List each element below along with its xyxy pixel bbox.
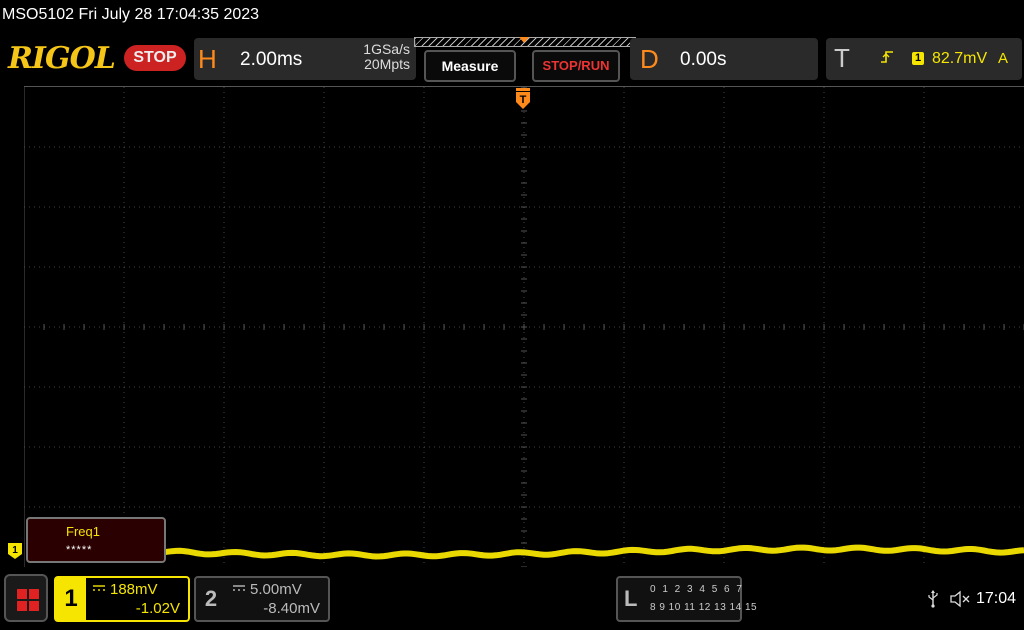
measurement-freq1[interactable]: Freq1 *****: [26, 517, 166, 563]
dc-coupling-icon: [232, 584, 246, 595]
run-status-badge[interactable]: STOP: [124, 45, 186, 71]
horizontal-panel[interactable]: H 2.00ms 1GSa/s 20Mpts: [194, 38, 416, 80]
trigger-label: T: [834, 43, 850, 73]
measurement-value: *****: [66, 544, 93, 556]
logic-channels-high: 8 9 10 11 12 13 14 15: [650, 602, 758, 613]
channel1-number: 1: [56, 578, 86, 620]
svg-text:T: T: [520, 94, 527, 106]
clock-time: 17:04: [976, 590, 1017, 607]
channel2-offset: -8.40mV: [263, 600, 320, 617]
timeline-position-marker: [519, 37, 529, 43]
bottom-toolbar: 1 188mV -1.02V 2 5.00mV -8.40mV L 0 1 2 …: [0, 568, 1024, 630]
horizontal-label: H: [198, 44, 217, 74]
waveform-display[interactable]: [24, 86, 1024, 567]
rising-edge-icon: [880, 50, 894, 68]
rigol-logo: RIGOL: [8, 41, 116, 76]
logic-analyzer-panel[interactable]: L 0 1 2 3 4 5 6 7 8 9 10 11 12 13 14 15: [616, 576, 757, 622]
measurement-label: Freq1: [66, 524, 100, 539]
svg-text:1: 1: [12, 545, 18, 556]
channel1-offset: -1.02V: [135, 600, 180, 617]
logic-channels-low: 0 1 2 3 4 5 6 7: [650, 584, 744, 595]
trigger-position-marker[interactable]: T: [516, 88, 530, 110]
graticule: [24, 87, 1024, 567]
sample-rate: 1GSa/s: [363, 41, 410, 57]
channel1-panel[interactable]: 1 188mV -1.02V: [54, 576, 190, 622]
menu-grid-icon: [17, 589, 39, 611]
usb-icon: [926, 590, 940, 613]
trigger-panel[interactable]: T 1 82.7mV A: [826, 38, 1022, 80]
title-bar: MSO5102 Fri July 28 17:04:35 2023: [0, 0, 1024, 34]
main-menu-button[interactable]: [4, 574, 48, 622]
memory-depth: 20Mpts: [364, 56, 410, 72]
trigger-source-badge: 1: [912, 52, 924, 65]
delay-panel[interactable]: D 0.00s: [630, 38, 818, 80]
speaker-muted-icon[interactable]: [950, 590, 972, 613]
channel2-number: 2: [204, 586, 218, 611]
device-datetime: MSO5102 Fri July 28 17:04:35 2023: [2, 6, 260, 23]
measure-button[interactable]: Measure: [424, 50, 516, 82]
channel2-scale: 5.00mV: [250, 581, 302, 598]
channel1-waveform: [163, 544, 1024, 560]
acquisition-info: 1GSa/s 20Mpts: [344, 42, 410, 72]
delay-label: D: [640, 44, 659, 74]
logic-label: L: [624, 586, 638, 611]
top-toolbar: RIGOL STOP H 2.00ms 1GSa/s 20Mpts Measur…: [0, 34, 1024, 84]
channel2-panel[interactable]: 2 5.00mV -8.40mV: [194, 576, 330, 622]
dc-coupling-icon: [92, 584, 106, 595]
memory-timeline: [414, 37, 636, 47]
channel1-scale: 188mV: [110, 581, 158, 598]
timebase-value: 2.00ms: [240, 49, 303, 70]
channel1-offset-marker[interactable]: 1: [8, 543, 22, 559]
trigger-mode: A: [998, 50, 1009, 67]
stop-run-button[interactable]: STOP/RUN: [532, 50, 620, 82]
trigger-level: 82.7mV: [932, 50, 988, 67]
delay-value: 0.00s: [680, 49, 727, 70]
